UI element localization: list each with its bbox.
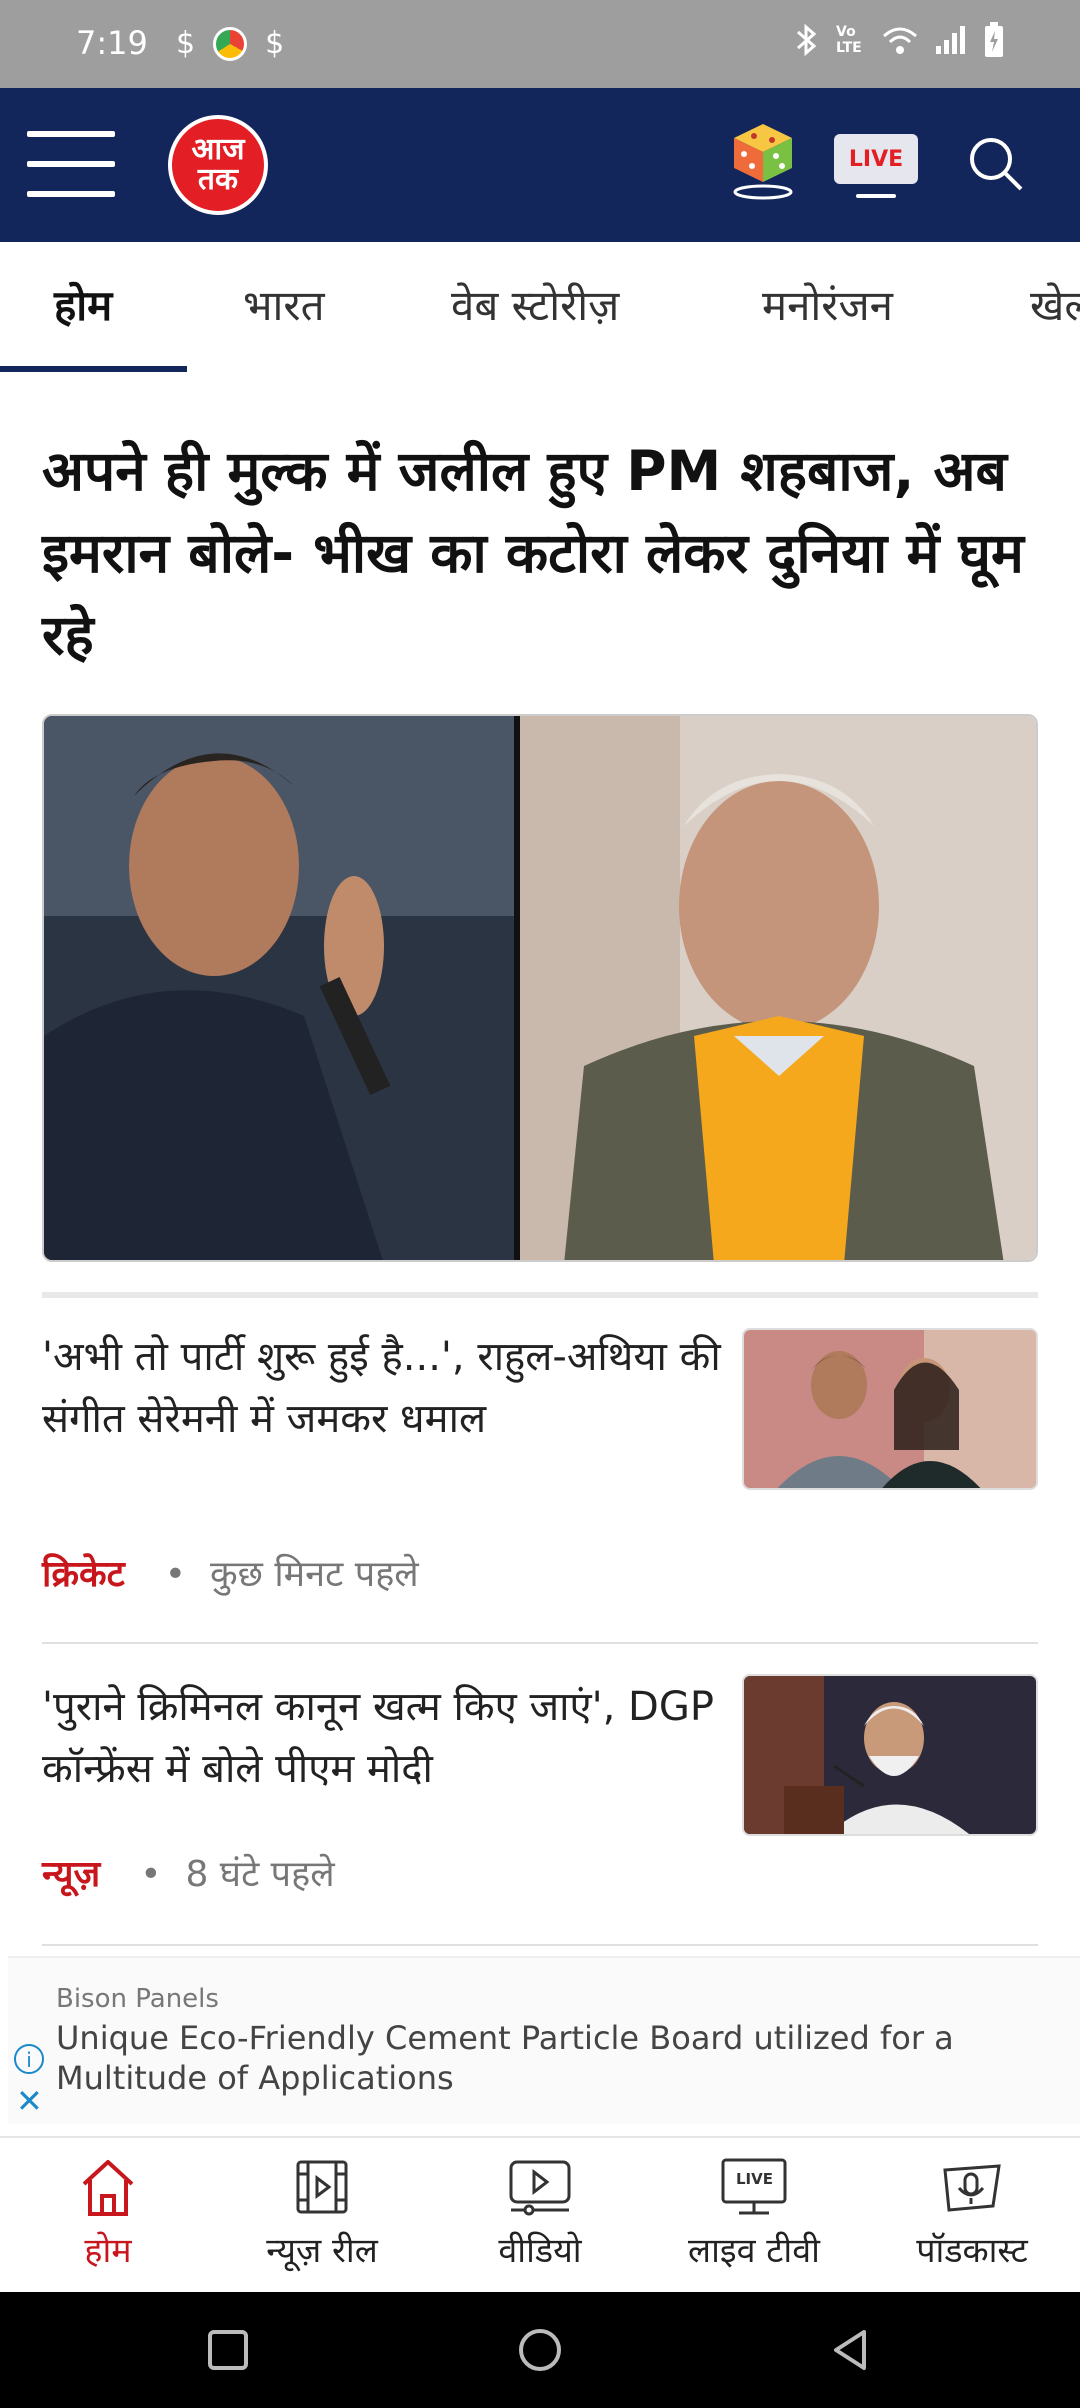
ad-text[interactable]: Unique Eco-Friendly Cement Particle Boar… — [56, 2018, 1056, 2098]
sim-icon: $ — [265, 26, 285, 61]
active-tab-indicator — [0, 366, 187, 372]
signal-icon — [936, 26, 965, 54]
story-thumbnail[interactable] — [742, 1674, 1038, 1836]
nav-news-reel[interactable]: न्यूज़ रील — [222, 2156, 422, 2272]
bottom-navigation: होम न्यूज़ रील वीडियो लाइव टीवी पॉडकास्ट… — [0, 2136, 1080, 2294]
section-divider — [42, 1292, 1038, 1298]
logo-text-top: आज — [191, 132, 245, 167]
story-category[interactable]: क्रिकेट — [42, 1554, 125, 1595]
film-reel-icon — [296, 2160, 348, 2214]
tab-entertainment[interactable]: मनोरंजन — [762, 276, 893, 333]
story-title[interactable]: 'पुराने क्रिमिनल कानून खत्म किए जाएं', D… — [42, 1676, 722, 1800]
separator-dot: • — [140, 1854, 162, 1895]
story-divider — [42, 1944, 1038, 1946]
nav-podcast[interactable]: पॉडकास्ट — [872, 2156, 1072, 2272]
notification-icons: $ $ — [176, 24, 284, 64]
nav-home[interactable]: होम — [8, 2156, 208, 2272]
podcast-icon — [943, 2164, 1001, 2212]
system-icons: Vo LTE — [794, 22, 1004, 58]
top-story-headline[interactable]: अपने ही मुल्क में जलील हुए PM शहबाज, अब … — [42, 430, 1042, 676]
menu-icon[interactable] — [27, 131, 115, 197]
live-stand — [856, 194, 896, 198]
app-header: आज तक LIVE — [0, 88, 1080, 242]
story-meta: न्यूज़ • 8 घंटे पहले — [42, 1848, 335, 1897]
logo-text-bottom: तक — [197, 162, 239, 197]
volte-icon: Vo LTE — [836, 24, 862, 56]
top-story-photo — [44, 716, 1036, 1260]
nav-label: वीडियो — [498, 2231, 582, 2271]
aajtak-logo[interactable]: आज तक — [168, 115, 268, 215]
nav-label: होम — [84, 2231, 132, 2271]
tab-bharat[interactable]: भारत — [243, 276, 325, 333]
story-category[interactable]: न्यूज़ — [42, 1854, 100, 1895]
story-thumbnail-photo — [744, 1676, 1036, 1834]
story-thumbnail-photo — [744, 1330, 1036, 1488]
back-icon[interactable] — [826, 2326, 874, 2374]
story-meta: क्रिकेट • कुछ मिनट पहले — [42, 1548, 419, 1597]
tab-web-stories[interactable]: वेब स्टोरीज़ — [451, 276, 619, 333]
category-tabs: होम भारत वेब स्टोरीज़ मनोरंजन खेल — [0, 242, 1080, 372]
nav-label: पॉडकास्ट — [916, 2231, 1028, 2271]
sim-icon: $ — [176, 26, 196, 61]
live-tv-button[interactable]: LIVE — [834, 134, 918, 184]
story-thumbnail[interactable] — [742, 1328, 1038, 1490]
nav-label: लाइव टीवी — [688, 2231, 820, 2271]
home-button-icon[interactable] — [516, 2326, 564, 2374]
wifi-icon — [883, 27, 917, 54]
story-time: 8 घंटे पहले — [185, 1854, 335, 1895]
ad-info-icon[interactable]: i — [14, 2044, 44, 2074]
status-bar: 7:19 $ $ Vo LTE — [0, 0, 1080, 88]
bluetooth-icon — [797, 23, 817, 57]
tab-sports[interactable]: खेल — [1030, 276, 1080, 333]
story-divider — [42, 1642, 1038, 1644]
home-icon — [82, 2160, 134, 2216]
ad-banner[interactable]: Bison Panels Unique Eco-Friendly Cement … — [8, 1956, 1080, 2124]
nav-video[interactable]: वीडियो — [440, 2156, 640, 2272]
story-time: कुछ मिनट पहले — [210, 1554, 419, 1595]
battery-icon — [985, 22, 1003, 57]
story-title[interactable]: 'अभी तो पार्टी शुरू हुई है...', राहुल-अथ… — [42, 1326, 722, 1450]
video-play-icon — [509, 2160, 571, 2216]
live-label: LIVE — [848, 146, 904, 172]
ad-close-icon[interactable]: ✕ — [16, 2082, 43, 2120]
top-story-image[interactable] — [42, 714, 1038, 1262]
system-navigation-bar — [0, 2292, 1080, 2408]
ad-sponsor: Bison Panels — [56, 1984, 219, 2014]
nav-label: न्यूज़ रील — [266, 2231, 378, 2271]
separator-dot: • — [164, 1554, 186, 1595]
games-dice-icon[interactable] — [730, 122, 796, 202]
tab-home[interactable]: होम — [54, 276, 112, 333]
recent-apps-icon[interactable] — [204, 2326, 252, 2374]
status-time: 7:19 — [76, 24, 148, 62]
live-tv-badge: LIVE — [736, 2170, 773, 2188]
search-icon[interactable] — [966, 134, 1026, 194]
chrome-icon — [213, 27, 248, 61]
